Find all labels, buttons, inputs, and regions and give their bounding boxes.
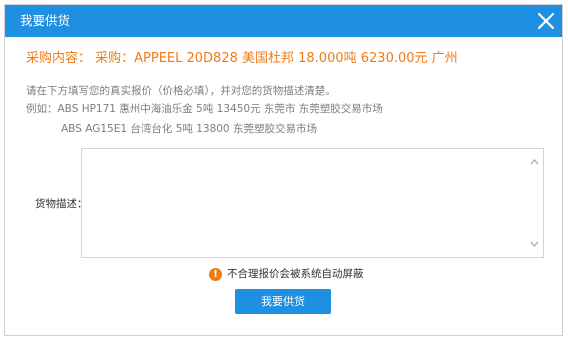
dialog-title: 我要供货 — [20, 13, 71, 28]
description-label: 货物描述： — [35, 198, 88, 210]
dialog-titlebar: 我要供货 — [5, 5, 562, 37]
warning-notice: ! 不合理报价会被系统自动屏蔽 — [209, 266, 364, 282]
scroll-down-icon[interactable] — [529, 239, 540, 249]
scroll-up-icon[interactable] — [529, 157, 540, 167]
textarea-scrollbar[interactable] — [526, 149, 543, 257]
description-textarea[interactable] — [82, 149, 543, 257]
supply-submit-button[interactable]: 我要供货 — [235, 289, 331, 314]
purchase-content: 采购内容： 采购：APPEEL 20D828 美国杜邦 18.000吨 6230… — [26, 51, 458, 66]
close-button[interactable] — [530, 5, 562, 37]
supply-dialog: 我要供货 采购内容： 采购：APPEEL 20D828 美国杜邦 18.000吨… — [4, 4, 563, 336]
warning-icon: ! — [209, 267, 222, 281]
hint-example-2: ABS AG15E1 台湾台化 5吨 13800 东莞塑胶交易市场 — [61, 123, 317, 135]
warning-text: 不合理报价会被系统自动屏蔽 — [227, 268, 364, 280]
close-icon — [537, 12, 555, 30]
description-field-wrapper — [81, 148, 544, 258]
hint-example-1: 例如：ABS HP171 惠州中海油乐金 5吨 13450元 东莞市 东莞塑胶交… — [26, 103, 383, 115]
hint-instruction: 请在下方填写您的真实报价（价格必填），并对您的货物描述清楚。 — [26, 85, 336, 97]
